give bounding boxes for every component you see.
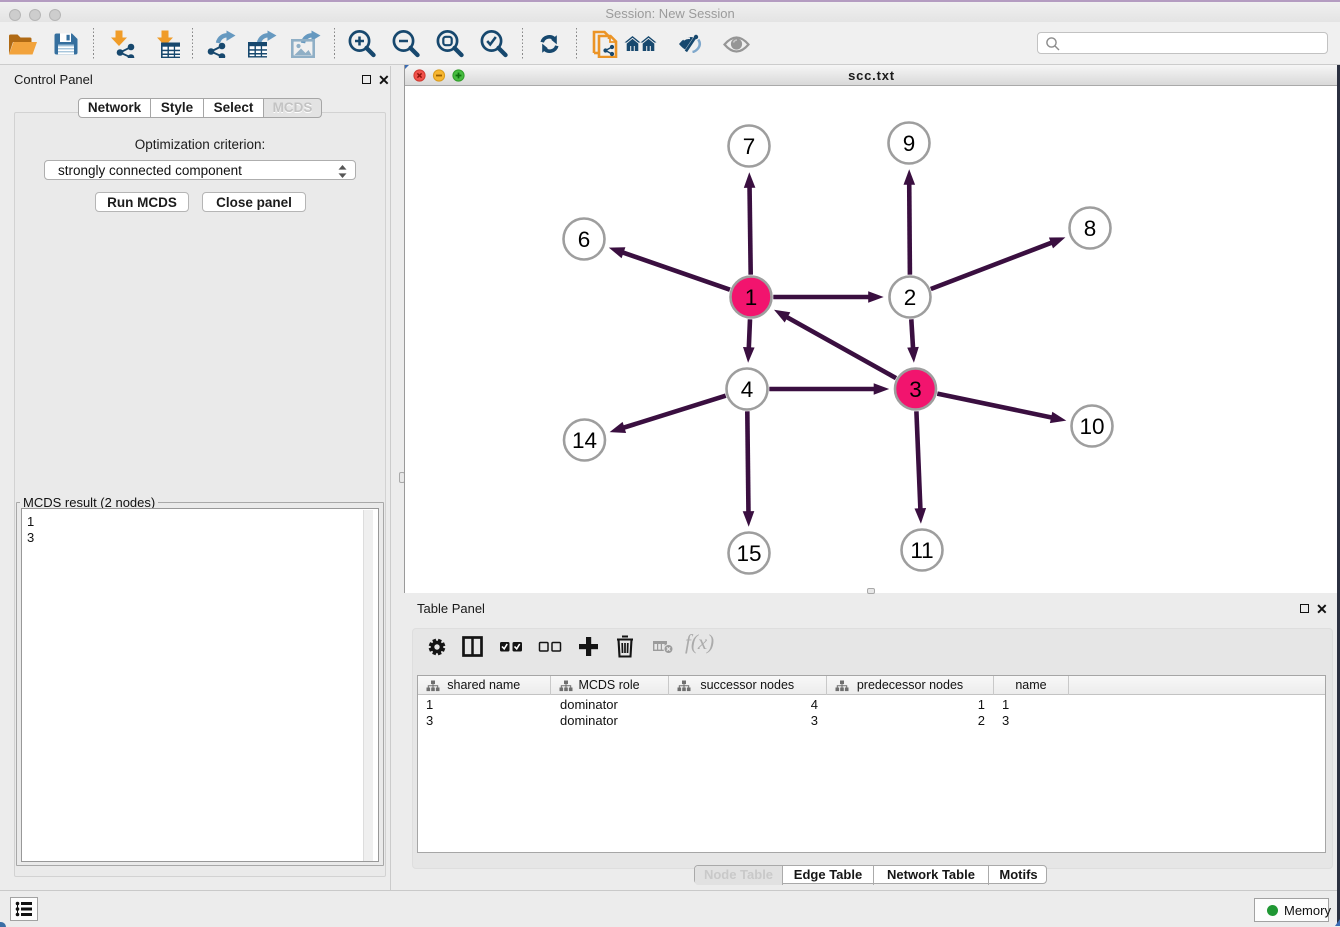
svg-text:14: 14 [572,428,597,453]
svg-text:7: 7 [743,134,756,159]
svg-text:15: 15 [736,541,761,566]
svg-text:3: 3 [909,377,922,402]
svg-text:2: 2 [904,285,917,310]
svg-text:4: 4 [741,377,754,402]
svg-text:6: 6 [578,227,591,252]
svg-text:10: 10 [1079,414,1104,439]
svg-text:9: 9 [903,131,916,156]
svg-text:11: 11 [910,538,933,563]
svg-text:1: 1 [745,285,758,310]
svg-text:8: 8 [1084,216,1097,241]
